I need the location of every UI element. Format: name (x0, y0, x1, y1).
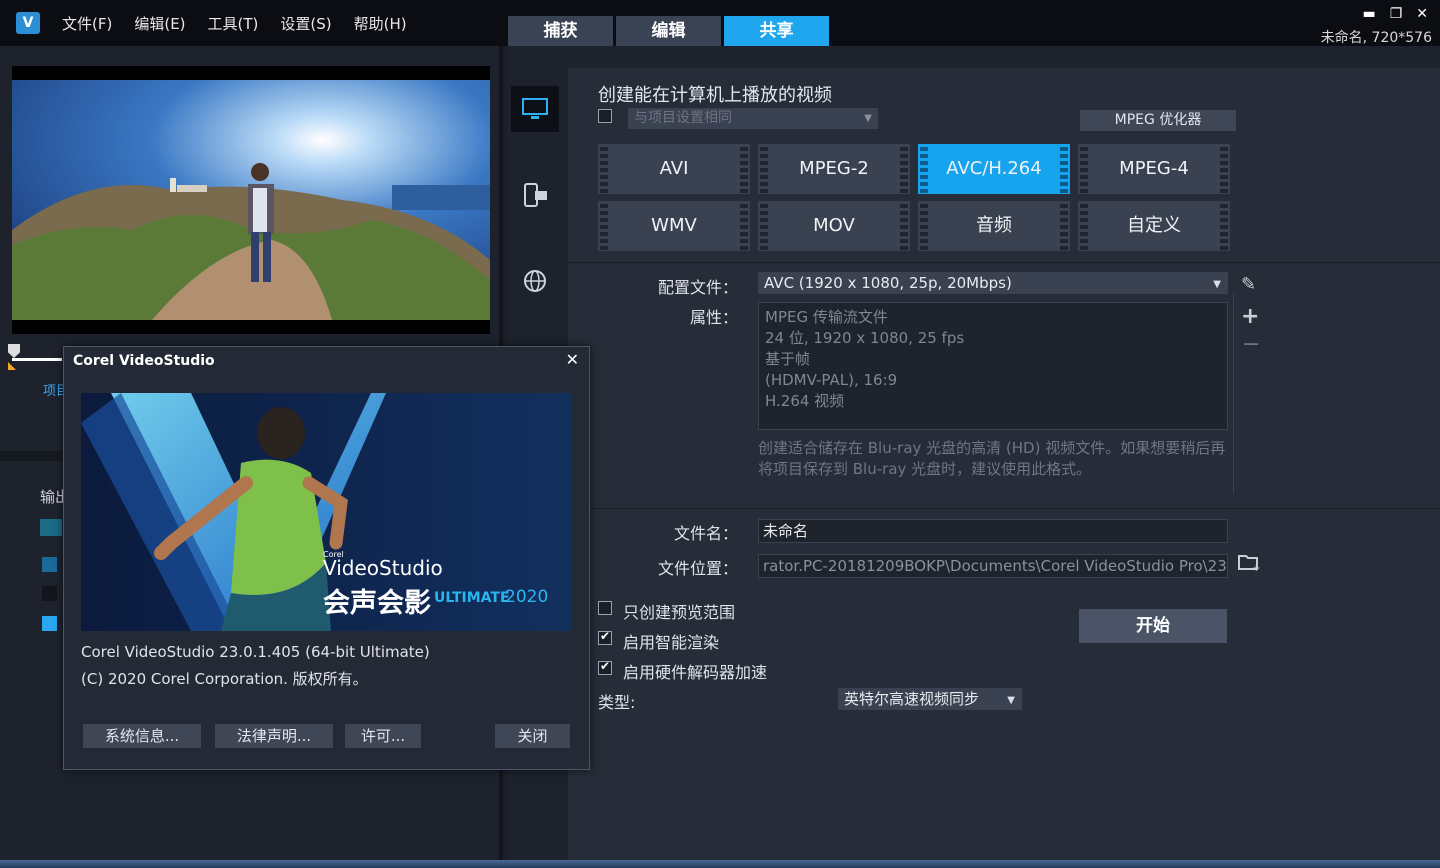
device-icon[interactable] (511, 172, 559, 218)
output-item-3[interactable] (42, 586, 57, 601)
restore-icon[interactable]: ❐ (1390, 6, 1403, 22)
workspace-tabs: 捕获 编辑 共享 (508, 16, 829, 46)
share-content: 创建能在计算机上播放的视频 与项目设置相同 ▼ MPEG 优化器 AVI MPE… (568, 68, 1440, 862)
chevron-down-icon: ▼ (864, 113, 872, 124)
brand-cn: 会声会影 (323, 588, 431, 619)
property-line: H.264 视频 (765, 392, 845, 410)
edit-pencil-icon[interactable]: ✎ (1241, 274, 1256, 295)
share-panel: 创建能在计算机上播放的视频 与项目设置相同 ▼ MPEG 优化器 AVI MPE… (507, 46, 1440, 862)
chevron-down-icon: ▼ (1007, 695, 1015, 706)
divider (568, 262, 1440, 263)
format-mov[interactable]: MOV (758, 201, 910, 251)
scrubber-handle[interactable] (8, 344, 20, 358)
format-description: 创建适合储存在 Blu-ray 光盘的高清 (HD) 视频文件。如果想要稍后再将… (758, 439, 1226, 478)
hw-accel-checkbox[interactable] (598, 659, 612, 675)
brand-edition: ULTIMATE (434, 590, 510, 606)
computer-icon[interactable] (511, 86, 559, 132)
chevron-down-icon: ▼ (1213, 279, 1221, 290)
mpeg-optimizer-button[interactable]: MPEG 优化器 (1080, 110, 1236, 131)
property-line: (HDMV-PAL), 16:9 (765, 371, 898, 389)
dialog-title: Corel VideoStudio (73, 353, 215, 369)
scrubber-bar[interactable] (12, 358, 62, 361)
profile-label: 配置文件： (657, 278, 738, 297)
divider (1233, 294, 1234, 494)
hw-accel-label: 启用硬件解码器加速 (623, 663, 768, 682)
property-line: 24 位, 1920 x 1080, 25 fps (765, 329, 965, 347)
type-label: 类型: (598, 693, 636, 712)
app-logo-icon: V (16, 12, 40, 34)
profile-value: AVC (1920 x 1080, 25p, 20Mbps) (764, 274, 1012, 292)
filename-label: 文件名： (673, 524, 738, 543)
menu-settings[interactable]: 设置(S) (280, 13, 331, 34)
menu-file[interactable]: 文件(F) (62, 13, 112, 34)
location-label: 文件位置： (657, 559, 738, 578)
format-wmv[interactable]: WMV (598, 201, 750, 251)
web-globe-icon[interactable] (511, 258, 559, 304)
type-select[interactable]: 英特尔高速视频同步 ▼ (838, 688, 1022, 710)
properties-label: 属性： (689, 308, 738, 327)
tab-edit[interactable]: 编辑 (616, 16, 721, 46)
format-avc[interactable]: AVC/H.264 (918, 144, 1070, 194)
close-icon[interactable]: ✕ (566, 350, 579, 369)
format-grid: AVI MPEG-2 AVC/H.264 MPEG-4 WMV MOV 音频 自… (598, 144, 1230, 251)
video-preview[interactable] (12, 66, 490, 334)
brand-name: VideoStudio (323, 556, 443, 580)
project-info: 未命名, 720*576 (1320, 30, 1432, 46)
tab-capture[interactable]: 捕获 (508, 16, 613, 46)
copyright-text: (C) 2020 Corel Corporation. 版权所有。 (81, 670, 368, 688)
menu-edit[interactable]: 编辑(E) (134, 13, 185, 34)
preview-range-checkbox[interactable] (598, 601, 612, 615)
about-dialog: Corel VideoStudio ✕ Corel VideoStudio 会声… (63, 346, 590, 770)
system-info-button[interactable]: 系统信息... (83, 724, 201, 748)
format-mpeg2[interactable]: MPEG-2 (758, 144, 910, 194)
format-audio[interactable]: 音频 (918, 201, 1070, 251)
output-item-2[interactable] (42, 557, 57, 572)
property-line: 基于帧 (765, 350, 811, 368)
same-as-project-label: 与项目设置相同 (634, 110, 732, 126)
divider (568, 508, 1440, 509)
share-title: 创建能在计算机上播放的视频 (598, 85, 832, 106)
property-line: MPEG 传输流文件 (765, 308, 888, 326)
share-category-bar (511, 86, 561, 344)
folder-browse-icon[interactable]: + (1238, 553, 1260, 576)
taskbar (0, 860, 1440, 868)
svg-text:+: + (1252, 563, 1260, 571)
preview-frame-image (12, 80, 490, 320)
menu-help[interactable]: 帮助(H) (354, 13, 407, 34)
add-icon[interactable]: + (1241, 304, 1259, 329)
brand-year: 2020 (505, 587, 549, 607)
properties-box: MPEG 传输流文件 24 位, 1920 x 1080, 25 fps 基于帧… (758, 302, 1228, 430)
splash-image: Corel VideoStudio 会声会影 ULTIMATE 2020 (81, 393, 571, 631)
mark-in-icon[interactable] (8, 362, 16, 370)
smart-render-checkbox[interactable] (598, 629, 612, 645)
title-bar: V 文件(F) 编辑(E) 工具(T) 设置(S) 帮助(H) 捕获 编辑 共享… (0, 0, 1440, 46)
format-avi[interactable]: AVI (598, 144, 750, 194)
close-icon[interactable]: ✕ (1416, 6, 1428, 22)
format-mpeg4[interactable]: MPEG-4 (1078, 144, 1230, 194)
same-as-project-checkbox[interactable] (598, 109, 612, 123)
format-custom[interactable]: 自定义 (1078, 201, 1230, 251)
filename-input[interactable]: 未命名 (758, 519, 1228, 543)
remove-icon[interactable]: − (1242, 332, 1260, 357)
location-input[interactable]: rator.PC-20181209BOKP\Documents\Corel Vi… (758, 554, 1228, 578)
start-button[interactable]: 开始 (1079, 609, 1227, 643)
output-item-4[interactable] (42, 616, 57, 631)
profile-select[interactable]: AVC (1920 x 1080, 25p, 20Mbps) ▼ (758, 272, 1228, 294)
version-text: Corel VideoStudio 23.0.1.405 (64-bit Ult… (81, 643, 430, 661)
dialog-close-button[interactable]: 关闭 (495, 724, 570, 748)
tab-share[interactable]: 共享 (724, 16, 829, 46)
type-value: 英特尔高速视频同步 (844, 690, 980, 708)
menu-bar: 文件(F) 编辑(E) 工具(T) 设置(S) 帮助(H) (62, 13, 407, 34)
minimize-icon[interactable]: ▬ (1362, 6, 1375, 22)
menu-tools[interactable]: 工具(T) (208, 13, 259, 34)
license-button[interactable]: 许可... (345, 724, 421, 748)
window-controls: ▬ ❐ ✕ (1362, 6, 1428, 22)
preview-range-label: 只创建预览范围 (623, 603, 736, 622)
output-item-1[interactable] (40, 519, 62, 536)
same-as-project-select[interactable]: 与项目设置相同 ▼ (628, 108, 878, 129)
smart-render-label: 启用智能渲染 (623, 633, 720, 652)
dialog-info: Corel VideoStudio 23.0.1.405 (64-bit Ult… (81, 639, 430, 693)
legal-button[interactable]: 法律声明... (215, 724, 333, 748)
